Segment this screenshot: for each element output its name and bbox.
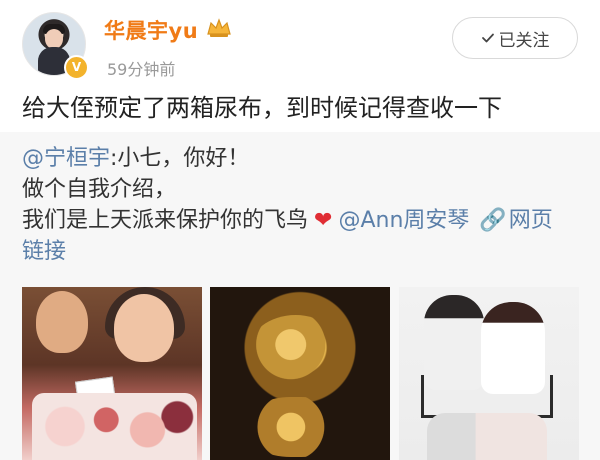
post-timestamp: 59分钟前 (107, 60, 176, 79)
mention-ning-huanyu[interactable]: @宁桓宇 (22, 146, 110, 171)
verified-badge-icon: V (64, 55, 89, 80)
follow-label: 已关注 (498, 30, 550, 50)
photo-ultrasound[interactable] (210, 287, 390, 460)
link-icon: 🔗 (479, 208, 507, 233)
image-grid (22, 287, 582, 460)
username[interactable]: 华晨宇yu (104, 15, 198, 45)
portrait-chair (421, 375, 553, 418)
photo-couple-flowers[interactable] (22, 287, 202, 460)
repost-line-3-start: 我们是上天派来保护你的飞鸟 (22, 208, 309, 233)
web-link-label-2[interactable]: 链接 (22, 239, 66, 264)
follow-button[interactable]: 已关注 (452, 17, 578, 59)
reposted-card[interactable]: @宁桓宇:小七，你好！ 做个自我介绍， 我们是上天派来保护你的飞鸟 ❤ @Ann周安… (0, 132, 600, 460)
ultrasound-face-2 (245, 397, 347, 457)
mention-ann[interactable]: @Ann周安琴 (338, 208, 469, 233)
repost-line-1-rest: :小七，你好！ (110, 146, 250, 171)
repost-line-2: 做个自我介绍， (22, 177, 177, 202)
repost-line-3: 我们是上天派来保护你的飞鸟 ❤ @Ann周安琴 🔗网页 (22, 205, 582, 236)
repost-line-4: 链接 (22, 236, 582, 267)
portrait-second-pose (427, 413, 547, 460)
repost-text: @宁桓宇:小七，你好！ 做个自我介绍， 我们是上天派来保护你的飞鸟 ❤ @Ann周安… (22, 143, 582, 267)
heart-icon: ❤ (314, 208, 333, 233)
check-icon (481, 33, 494, 43)
crown-icon (207, 18, 231, 37)
web-link-label[interactable]: 网页 (509, 208, 553, 233)
ultrasound-face-1 (248, 315, 343, 389)
post-header: V 华晨宇yu 59分钟前 已关注 (0, 0, 600, 88)
post-text: 给大侄预定了两箱尿布，到时候记得查收一下 (22, 94, 502, 122)
repost-line-1: @宁桓宇:小七，你好！ (22, 143, 582, 174)
photo-person-man (36, 291, 88, 353)
avatar-face (45, 29, 63, 49)
photo-person-woman (114, 294, 174, 362)
photo-couple-portrait[interactable] (399, 287, 579, 460)
photo-flower-bouquet (32, 393, 197, 460)
